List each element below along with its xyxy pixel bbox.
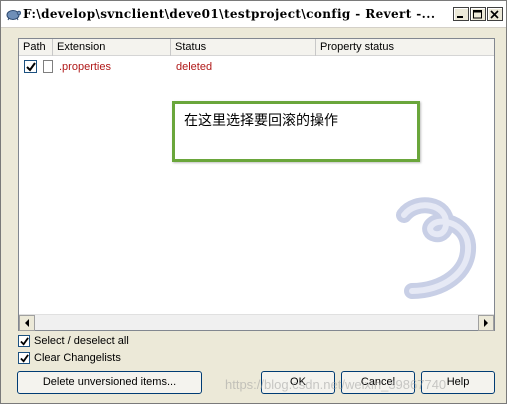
minimize-button[interactable] xyxy=(453,7,469,21)
revert-dialog: F:\develop\svnclient\deve01\testproject\… xyxy=(0,0,507,404)
close-button[interactable] xyxy=(487,7,503,21)
select-all-label[interactable]: Select / deselect all xyxy=(34,335,129,347)
checkmark-icon xyxy=(20,337,29,346)
cancel-button[interactable]: Cancel xyxy=(341,371,415,394)
minimize-icon xyxy=(457,16,463,18)
select-all-checkbox[interactable] xyxy=(18,335,30,347)
annotation-text: 在这里选择要回滚的操作 xyxy=(184,113,338,129)
cell-status: deleted xyxy=(176,61,213,73)
title-bar[interactable]: F:\develop\svnclient\deve01\testproject\… xyxy=(1,1,506,28)
checkmark-icon xyxy=(26,62,36,72)
cell-extension: .properties xyxy=(59,61,111,73)
column-header-path[interactable]: Path xyxy=(19,39,53,56)
close-icon xyxy=(490,10,499,19)
column-header-extension[interactable]: Extension xyxy=(53,39,171,56)
window-title: F:\develop\svnclient\deve01\testproject\… xyxy=(23,7,436,21)
tortoise-icon xyxy=(6,10,21,21)
table-row[interactable]: .properties deleted xyxy=(19,58,494,76)
clear-changelists-checkbox[interactable] xyxy=(18,352,30,364)
arrow-right-icon xyxy=(484,319,488,327)
maximize-icon xyxy=(473,10,482,19)
column-header-status[interactable]: Status xyxy=(171,39,316,56)
scroll-right-button[interactable] xyxy=(478,315,494,331)
maximize-button[interactable] xyxy=(470,7,486,21)
tortoisesvn-swirl-logo xyxy=(396,197,477,299)
help-button[interactable]: Help xyxy=(421,371,495,394)
file-icon xyxy=(43,60,53,73)
delete-unversioned-button[interactable]: Delete unversioned items... xyxy=(17,371,202,394)
scroll-left-button[interactable] xyxy=(19,315,35,331)
row-checkbox[interactable] xyxy=(24,60,37,73)
ok-button[interactable]: OK xyxy=(261,371,335,394)
checkmark-icon xyxy=(20,354,29,363)
arrow-left-icon xyxy=(25,319,29,327)
horizontal-scrollbar[interactable] xyxy=(19,314,494,331)
column-header-property-status[interactable]: Property status xyxy=(316,39,494,56)
annotation-callout: 在这里选择要回滚的操作 xyxy=(172,101,420,162)
clear-changelists-label[interactable]: Clear Changelists xyxy=(34,352,121,364)
list-header: Path Extension Status Property status xyxy=(19,39,494,56)
